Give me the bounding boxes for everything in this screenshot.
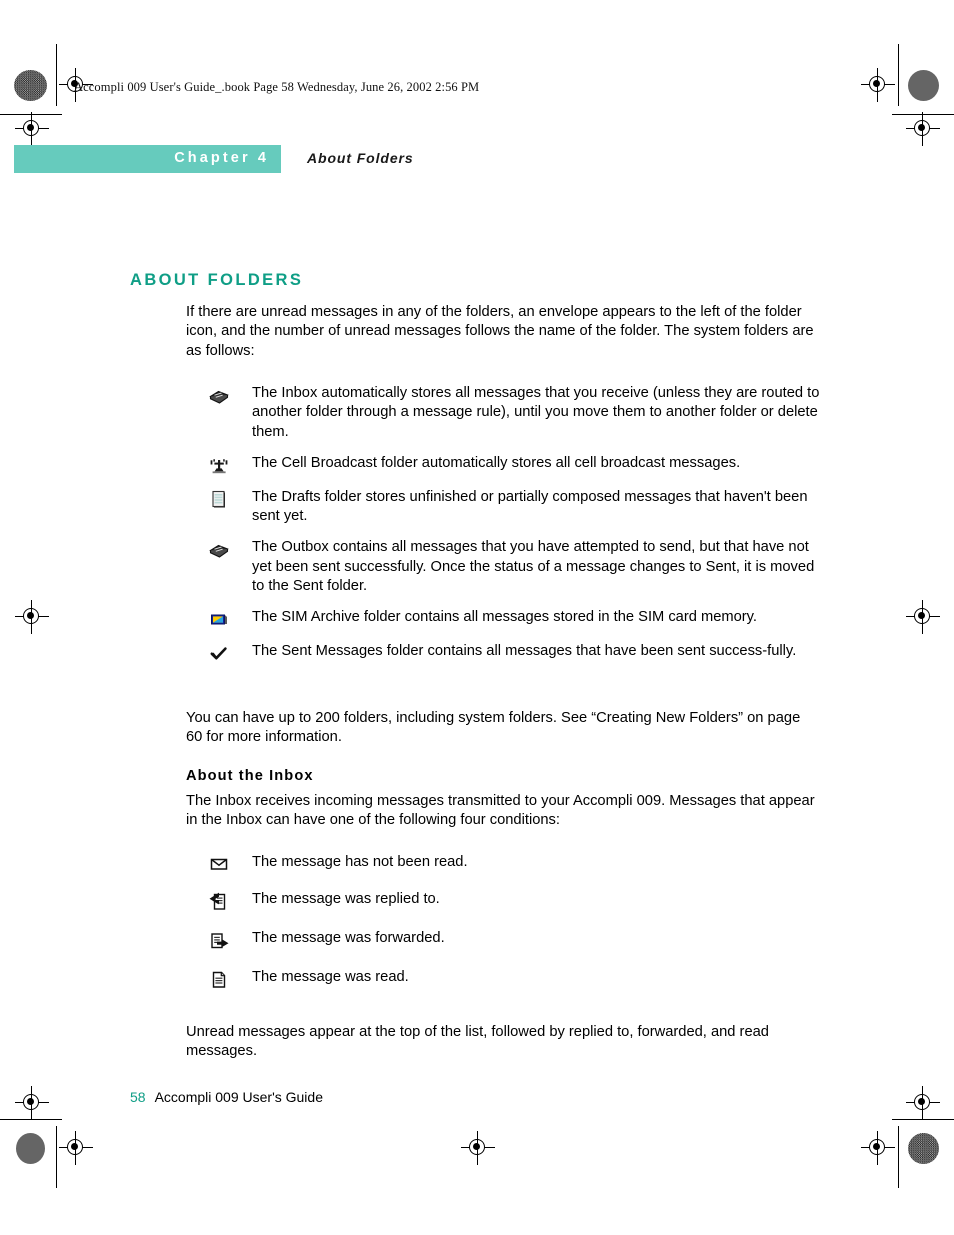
page-footer: 58 Accompli 009 User's Guide <box>130 1089 323 1105</box>
list-item-label: The message was read. <box>252 969 409 985</box>
registration-mark-upper-right-inner <box>906 112 940 146</box>
outbox-tray-icon <box>186 538 252 560</box>
inbox-intro-paragraph: The Inbox receives incoming messages tra… <box>186 793 815 829</box>
registration-mark-lower-right-inner <box>906 1086 940 1120</box>
chapter-topic: About Folders <box>307 150 414 166</box>
list-item: The Drafts folder stores unfinished or p… <box>186 488 820 527</box>
crop-line-upper-left-horizontal <box>0 114 62 116</box>
book-name: Accompli 009 User's Guide <box>154 1089 323 1105</box>
crop-line-upper-right-horizontal <box>892 114 954 116</box>
sort-order-note: Unread messages appear at the top of the… <box>186 1024 769 1060</box>
page-slug: Accompli 009 User's Guide_.book Page 58 … <box>74 80 480 94</box>
intro-paragraph: If there are unread messages in any of t… <box>186 304 814 359</box>
message-conditions-list: The message has not been read. The messa… <box>186 853 820 990</box>
inbox-tray-icon <box>186 384 252 406</box>
page-title: ABOUT FOLDERS <box>130 271 304 289</box>
list-item-label: The Outbox contains all messages that yo… <box>252 539 815 595</box>
folder-limit-note: You can have up to 200 folders, includin… <box>186 710 801 746</box>
list-item-label: The Sent Messages folder contains all me… <box>252 643 797 660</box>
crop-line-top-left-vertical <box>56 44 58 106</box>
registration-mark-bottom-right <box>861 1131 895 1165</box>
page-number: 58 <box>130 1089 146 1105</box>
list-item: The message has not been read. <box>186 853 820 873</box>
reply-arrow-icon <box>186 890 252 912</box>
halftone-target-bottom-right <box>908 1133 939 1164</box>
forward-arrow-icon <box>186 929 252 951</box>
registration-mark-bottom-left <box>59 1131 93 1165</box>
registration-mark-bottom-center <box>461 1131 495 1165</box>
crop-line-top-right-vertical <box>898 44 900 106</box>
system-folders-list: The Inbox automatically stores all messa… <box>186 384 820 664</box>
sim-card-icon <box>186 608 252 630</box>
broadcast-tower-icon <box>186 454 252 476</box>
halftone-target-top-right <box>908 70 939 101</box>
checkmark-icon <box>186 642 252 664</box>
registration-mark-middle-left <box>15 600 49 634</box>
registration-mark-lower-left-inner <box>15 1086 49 1120</box>
registration-mark-top-right <box>861 68 895 102</box>
list-item: The SIM Archive folder contains all mess… <box>186 608 820 630</box>
chapter-label: Chapter 4 <box>174 150 269 166</box>
envelope-icon <box>186 853 252 873</box>
chapter-banner: Chapter 4 <box>14 145 281 173</box>
draft-document-icon <box>186 488 252 510</box>
list-item-label: The message was replied to. <box>252 891 440 907</box>
list-item: The Outbox contains all messages that yo… <box>186 538 820 596</box>
crop-line-lower-right-horizontal <box>892 1119 954 1121</box>
list-item: The Inbox automatically stores all messa… <box>186 384 820 442</box>
list-item-label: The Inbox automatically stores all messa… <box>252 385 820 440</box>
halftone-target-bottom-left <box>16 1133 45 1164</box>
list-item: The Cell Broadcast folder automatically … <box>186 454 820 476</box>
read-document-icon <box>186 968 252 990</box>
list-item-label: The message was forwarded. <box>252 930 445 946</box>
registration-mark-middle-right <box>906 600 940 634</box>
crop-line-bottom-right-vertical <box>898 1126 900 1188</box>
crop-line-lower-left-horizontal <box>0 1119 62 1121</box>
subsection-title-about-the-inbox: About the Inbox <box>186 768 314 784</box>
registration-mark-upper-left-inner <box>15 112 49 146</box>
list-item-label: The message has not been read. <box>252 854 468 870</box>
list-item-label: The Cell Broadcast folder automatically … <box>252 454 741 471</box>
list-item: The message was replied to. <box>186 890 820 912</box>
list-item: The message was read. <box>186 968 820 990</box>
crop-line-bottom-left-vertical <box>56 1126 58 1188</box>
halftone-target-top-left <box>14 70 47 101</box>
list-item: The message was forwarded. <box>186 929 820 951</box>
list-item-label: The Drafts folder stores unfinished or p… <box>252 488 808 525</box>
list-item-label: The SIM Archive folder contains all mess… <box>252 609 758 626</box>
list-item: The Sent Messages folder contains all me… <box>186 642 820 664</box>
